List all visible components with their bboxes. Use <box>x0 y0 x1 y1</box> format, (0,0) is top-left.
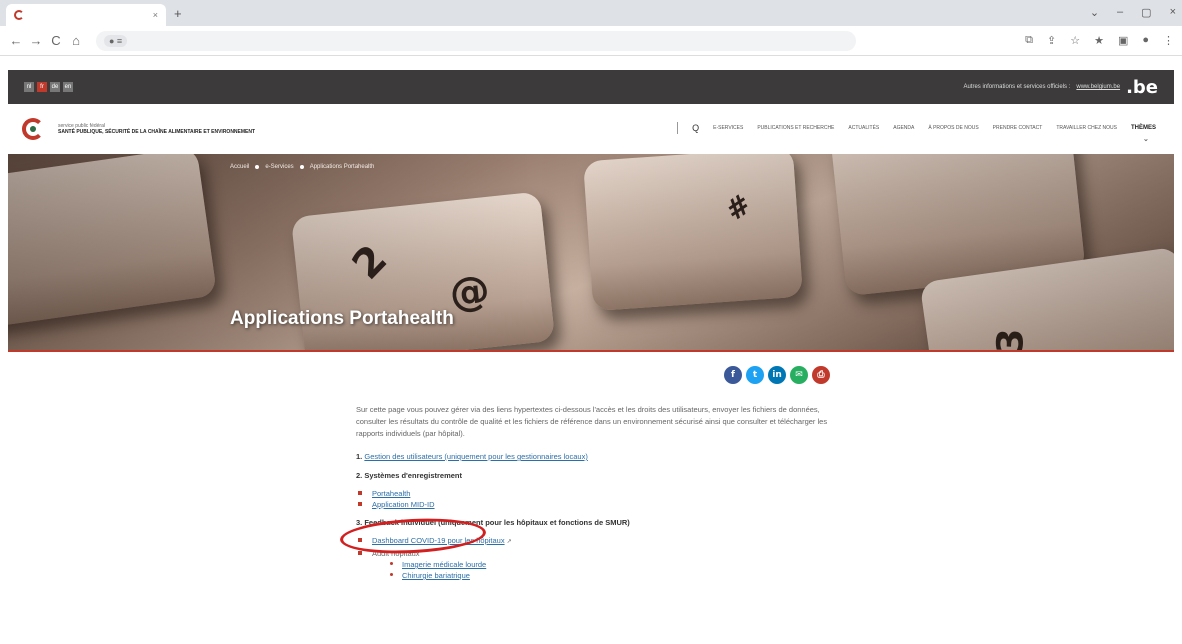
federal-topbar: nl fr de en Autres informations et servi… <box>8 70 1174 104</box>
minimize-button[interactable]: – <box>1117 6 1123 19</box>
share-bar: f t in ✉ ⎙ <box>724 366 830 384</box>
nav-item-publications[interactable]: PUBLICATIONS ET RECHERCHE <box>757 125 834 131</box>
be-logo[interactable]: .be <box>1126 77 1158 98</box>
mid-id-application-link[interactable]: Application MID-ID <box>372 500 435 509</box>
lang-fr[interactable]: fr <box>37 82 47 92</box>
search-icon[interactable]: Q <box>692 123 699 133</box>
site-info-icon[interactable]: ● ≡ <box>104 34 128 47</box>
external-link-icon: ↗ <box>506 539 512 545</box>
list-item: Chirurgie bariatrique <box>388 570 836 581</box>
breadcrumb-home[interactable]: Accueil <box>230 164 249 170</box>
themes-label: THÈMES <box>1130 125 1156 131</box>
facebook-icon[interactable]: f <box>724 366 742 384</box>
language-switcher: nl fr de en <box>24 82 73 92</box>
bookmark-star-icon[interactable]: ☆ <box>1070 34 1080 47</box>
org-name-line2: SANTÉ PUBLIQUE, SÉCURITÉ DE LA CHAÎNE AL… <box>58 129 256 135</box>
new-tab-button[interactable]: + <box>174 6 182 21</box>
list-item: Application MID-ID <box>356 499 836 510</box>
hero-overlay <box>8 154 1174 350</box>
breadcrumb-separator <box>299 165 304 169</box>
list-item: Imagerie médicale lourde <box>388 559 836 570</box>
profile-icon[interactable]: ● <box>1142 34 1149 47</box>
share-page-icon[interactable]: ⇪ <box>1047 34 1056 47</box>
linkedin-icon[interactable]: in <box>768 366 786 384</box>
extensions-icon[interactable]: ★ <box>1094 34 1104 47</box>
home-button[interactable]: ⌂ <box>68 33 84 48</box>
official-info-text: Autres informations et services officiel… <box>963 84 1071 90</box>
belgium-link[interactable]: www.belgium.be <box>1076 84 1120 90</box>
hero-banner: 2 @ # 3 Accueil e-Services Applications … <box>8 154 1174 350</box>
breadcrumb: Accueil e-Services Applications Portahea… <box>230 164 374 170</box>
section-1-number: 1. <box>356 452 363 461</box>
user-management-link[interactable]: Gestion des utilisateurs (uniquement pou… <box>364 452 587 461</box>
sidepanel-icon[interactable]: ▣ <box>1118 34 1128 47</box>
print-icon[interactable]: ⎙ <box>812 366 830 384</box>
section-2-heading: 2. Systèmes d'enregistrement <box>356 471 462 480</box>
list-item: Portahealth <box>356 488 836 499</box>
spf-logo-icon[interactable] <box>22 118 44 140</box>
breadcrumb-current: Applications Portahealth <box>309 164 375 170</box>
registration-systems-list: Portahealth Application MID-ID <box>356 488 836 510</box>
menu-icon[interactable]: ⋮ <box>1163 34 1174 47</box>
nav-item-about[interactable]: À PROPOS DE NOUS <box>928 125 978 131</box>
back-button[interactable]: ← <box>8 33 24 48</box>
twitter-icon[interactable]: t <box>746 366 764 384</box>
nav-item-contact[interactable]: PRENDRE CONTACT <box>993 125 1043 131</box>
forward-button[interactable]: → <box>28 33 44 48</box>
bullet-icon <box>358 491 362 495</box>
section-1-heading: 1. Gestion des utilisateurs (uniquement … <box>356 452 836 461</box>
chevron-down-icon: ⌄ <box>1142 136 1149 143</box>
lang-de[interactable]: de <box>50 82 60 92</box>
close-window-button[interactable]: × <box>1170 6 1176 19</box>
address-bar[interactable]: ● ≡ <box>96 30 856 51</box>
bullet-icon <box>390 562 393 565</box>
lang-nl[interactable]: nl <box>24 82 34 92</box>
hero-divider <box>8 350 1174 352</box>
bullet-icon <box>390 573 393 576</box>
breadcrumb-separator <box>255 165 260 169</box>
nav-item-jobs[interactable]: TRAVAILLER CHEZ NOUS <box>1056 125 1117 131</box>
browser-tabstrip: × + ⌄ – ▢ × <box>0 0 1182 26</box>
bullet-icon <box>358 551 362 555</box>
bariatric-surgery-link[interactable]: Chirurgie bariatrique <box>402 571 470 580</box>
email-icon[interactable]: ✉ <box>790 366 808 384</box>
org-name[interactable]: service public fédéral SANTÉ PUBLIQUE, S… <box>58 123 255 136</box>
main-content: Sur cette page vous pouvez gérer via des… <box>356 404 836 589</box>
page-title: Applications Portahealth <box>230 308 454 329</box>
nav-divider <box>677 122 679 134</box>
lang-en[interactable]: en <box>63 82 73 92</box>
hospital-audit-sublist: Imagerie médicale lourde Chirurgie baria… <box>388 559 836 581</box>
breadcrumb-eservices[interactable]: e-Services <box>265 164 293 170</box>
list-item: Audit hôpitaux Imagerie médicale lourde … <box>356 548 836 581</box>
translate-icon[interactable]: ⧉ <box>1025 34 1033 47</box>
nav-item-agenda[interactable]: AGENDA <box>893 125 914 131</box>
browser-tab[interactable]: × <box>6 4 166 26</box>
portahealth-link[interactable]: Portahealth <box>372 489 410 498</box>
maximize-button[interactable]: ▢ <box>1141 6 1151 19</box>
nav-item-actualites[interactable]: ACTUALITÉS <box>848 125 879 131</box>
reload-button[interactable]: C <box>48 33 64 48</box>
window-controls: ⌄ – ▢ × <box>1090 6 1176 19</box>
toolbar-icons: ⧉ ⇪ ☆ ★ ▣ ● ⋮ <box>1025 34 1174 47</box>
site-header: service public fédéral SANTÉ PUBLIQUE, S… <box>8 104 1174 154</box>
heavy-imaging-link[interactable]: Imagerie médicale lourde <box>402 560 486 569</box>
tab-search-icon[interactable]: ⌄ <box>1090 6 1099 19</box>
bullet-icon <box>358 502 362 506</box>
favicon-icon <box>14 10 24 20</box>
nav-item-themes[interactable]: THÈMES ⌄ <box>1130 125 1156 143</box>
main-nav: Q E-SERVICES PUBLICATIONS ET RECHERCHE A… <box>677 122 1156 143</box>
browser-toolbar: ← → C ⌂ ● ≡ ⧉ ⇪ ☆ ★ ▣ ● ⋮ <box>0 26 1182 56</box>
intro-paragraph: Sur cette page vous pouvez gérer via des… <box>356 405 828 438</box>
official-info: Autres informations et services officiel… <box>963 77 1158 98</box>
tab-close-icon[interactable]: × <box>153 10 158 20</box>
nav-item-eservices[interactable]: E-SERVICES <box>713 125 743 131</box>
